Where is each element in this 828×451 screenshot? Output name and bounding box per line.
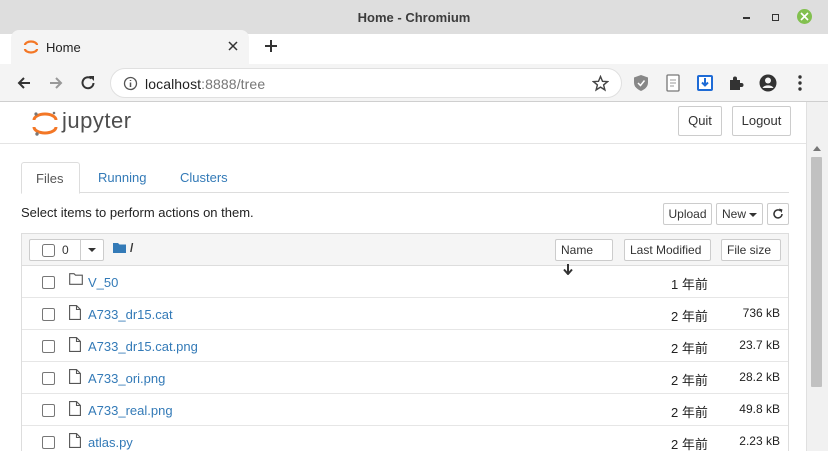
file-list-row[interactable]: V_50 1 年前 [22,266,788,298]
bookmark-star-icon[interactable] [592,75,609,92]
new-label: New [721,207,746,221]
back-icon[interactable] [14,73,34,93]
folder-icon[interactable] [113,242,126,253]
reader-extension-icon[interactable] [663,73,683,93]
jupyter-header: jupyter Quit Logout [0,102,806,144]
row-checkbox[interactable] [42,276,55,289]
file-list: 0 / Name Last Modified File size V_50 1 年… [21,233,789,451]
jupyter-logo-icon [32,111,58,136]
file-icon [69,401,81,419]
item-size: 2.23 kB [739,434,780,448]
browser-tab-title: Home [46,40,81,55]
sort-by-size-button[interactable]: File size [721,239,781,261]
row-checkbox[interactable] [42,436,55,449]
new-tab-button[interactable] [262,37,280,55]
item-name-link[interactable]: A733_real.png [88,403,173,418]
selection-hint: Select items to perform actions on them. [21,205,254,220]
item-name-link[interactable]: A733_dr15.cat [88,307,173,322]
selected-count: 0 [62,243,69,257]
reload-icon[interactable] [78,73,98,93]
item-modified: 2 年前 [671,373,708,388]
file-list-row[interactable]: A733_ori.png 2 年前 28.2 kB [22,362,788,394]
jupyter-favicon-icon [23,40,39,54]
folder-icon [69,273,83,288]
window-title: Home - Chromium [357,10,471,25]
file-icon [69,369,81,387]
scrollbar-thumb[interactable] [811,157,822,387]
tab-close-icon[interactable] [227,40,239,52]
extensions-puzzle-icon[interactable] [726,73,746,93]
item-size: 28.2 kB [739,370,780,384]
item-size: 736 kB [742,306,780,320]
jupyter-page: jupyter Quit Logout Files Running Cluste… [0,102,806,451]
jupyter-logo-text: jupyter [62,108,132,133]
close-icon [800,12,809,21]
sort-by-name-button[interactable]: Name [555,239,613,276]
file-icon [69,305,81,323]
quit-button[interactable]: Quit [678,106,722,136]
forward-icon[interactable] [46,73,66,93]
item-name-link[interactable]: V_50 [88,275,118,290]
logout-button[interactable]: Logout [732,106,791,136]
item-modified: 2 年前 [671,437,708,451]
item-size: 49.8 kB [739,402,780,416]
file-list-row[interactable]: A733_dr15.cat.png 2 年前 23.7 kB [22,330,788,362]
row-checkbox[interactable] [42,404,55,417]
main-content: Files Running Clusters Select items to p… [0,145,806,451]
item-modified: 2 年前 [671,341,708,356]
item-modified: 1 年前 [671,277,708,292]
new-dropdown-button[interactable]: New [716,203,763,225]
item-name-link[interactable]: atlas.py [88,435,133,450]
item-size: 23.7 kB [739,338,780,352]
file-icon [69,337,81,355]
profile-avatar-icon[interactable] [758,73,778,93]
row-checkbox[interactable] [42,340,55,353]
shield-extension-icon[interactable] [631,73,651,93]
row-checkbox[interactable] [42,372,55,385]
browser-menu-icon[interactable] [790,73,810,93]
page-tabs: Files Running Clusters [21,162,789,194]
window-titlebar: Home - Chromium [0,0,828,34]
file-list-row[interactable]: A733_real.png 2 年前 49.8 kB [22,394,788,426]
sort-by-modified-button[interactable]: Last Modified [624,239,711,261]
browser-tab[interactable]: Home [11,30,249,64]
file-list-row[interactable]: atlas.py 2 年前 2.23 kB [22,426,788,451]
upload-button[interactable]: Upload [663,203,712,225]
tab-running[interactable]: Running [84,162,160,193]
url-text: localhost:8888/tree [145,76,266,92]
caret-down-icon [749,212,757,217]
tab-files[interactable]: Files [21,162,80,194]
select-all-checkbox[interactable] [42,244,55,257]
close-window-button[interactable] [797,9,812,24]
minimize-button[interactable] [740,10,754,24]
item-name-link[interactable]: A733_ori.png [88,371,165,386]
download-extension-icon[interactable] [695,73,715,93]
address-bar[interactable]: localhost:8888/tree [110,68,622,98]
maximize-button[interactable] [768,10,782,24]
refresh-icon [773,208,783,219]
site-info-icon[interactable] [123,76,138,91]
page-scrollbar[interactable] [806,102,828,451]
item-modified: 2 年前 [671,309,708,324]
item-modified: 2 年前 [671,405,708,420]
browser-toolbar: localhost:8888/tree [0,64,828,102]
select-dropdown-icon[interactable] [86,244,98,256]
file-list-header: 0 / Name Last Modified File size [22,234,788,276]
item-name-link[interactable]: A733_dr15.cat.png [88,339,198,354]
row-checkbox[interactable] [42,308,55,321]
tab-clusters[interactable]: Clusters [166,162,242,193]
select-all-control[interactable]: 0 [29,239,104,261]
file-icon [69,433,81,451]
scroll-up-arrow[interactable] [813,146,821,151]
refresh-button[interactable] [767,203,789,225]
breadcrumb-root[interactable]: / [130,241,133,255]
file-list-row[interactable]: A733_dr15.cat 2 年前 736 kB [22,298,788,330]
